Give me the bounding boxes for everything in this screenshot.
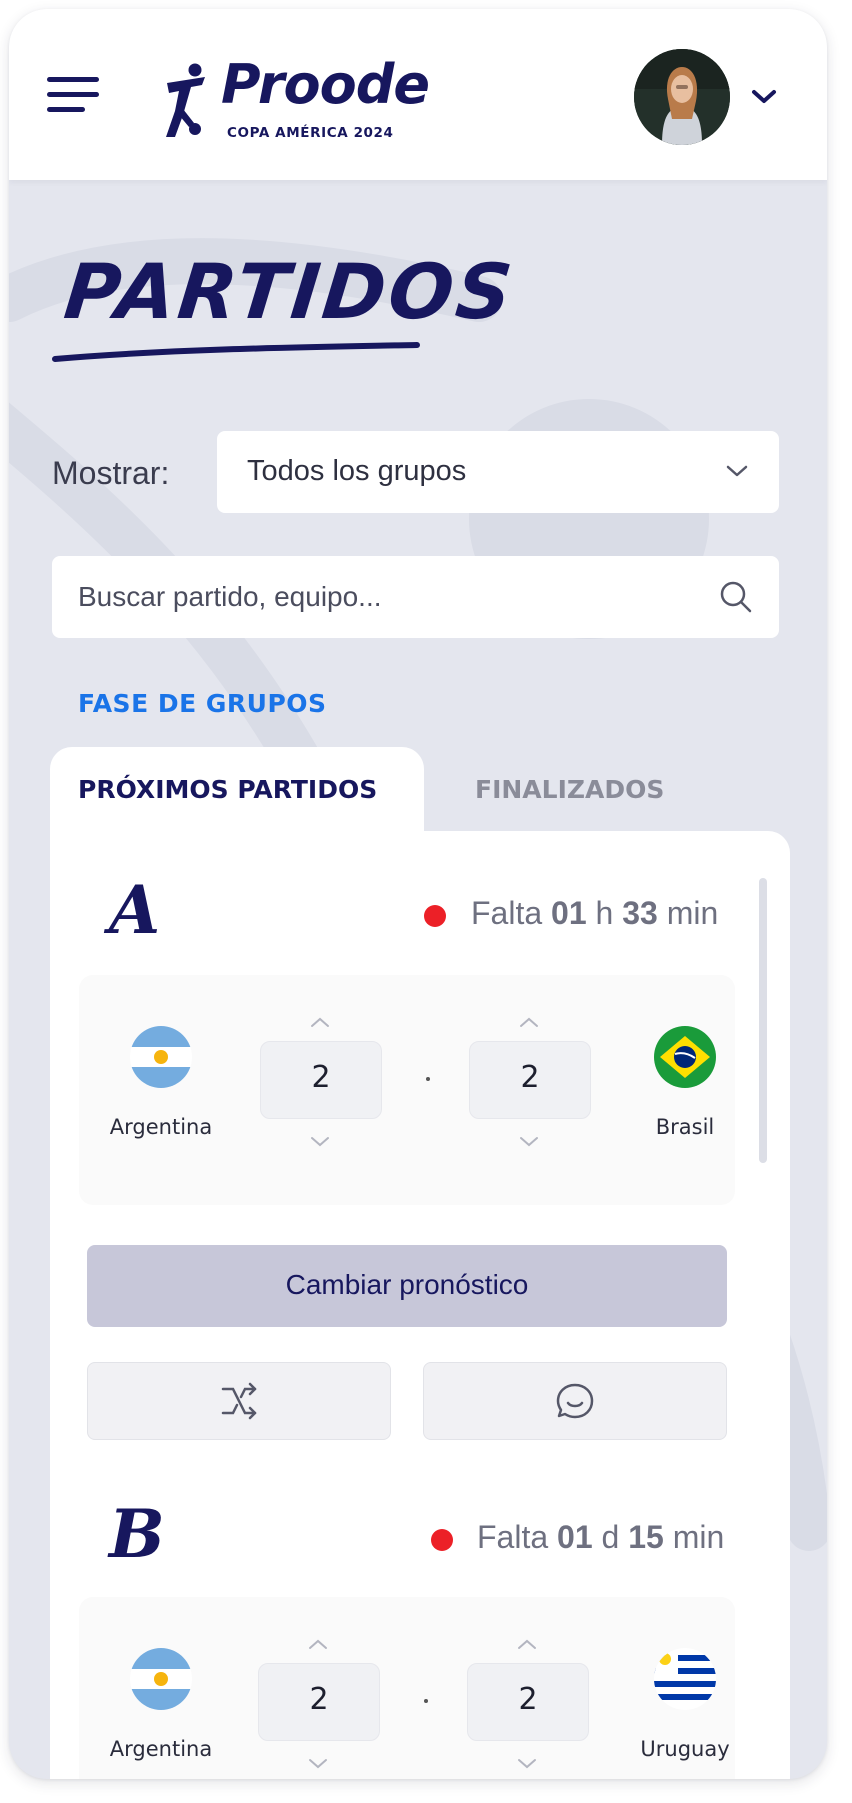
app-screen: Proode COPA AMÉRICA 2024 PARTIDOS Mostra… <box>9 9 827 1779</box>
change-prediction-button[interactable]: Cambiar pronóstico <box>87 1245 727 1327</box>
chat-icon <box>556 1383 594 1419</box>
match-card: Argentina 2 2 Uruguay <box>79 1597 735 1779</box>
match-countdown: Falta 01 d 15 min <box>477 1519 725 1555</box>
brand-subtitle: COPA AMÉRICA 2024 <box>227 125 394 141</box>
group-filter-value: Todos los grupos <box>247 455 467 487</box>
live-indicator <box>424 905 446 927</box>
away-score-value: 2 <box>518 1682 538 1717</box>
brazil-flag-icon <box>654 1026 716 1088</box>
tab-finished[interactable]: FINALIZADOS <box>427 761 787 831</box>
argentina-flag-icon <box>130 1026 192 1088</box>
change-prediction-label: Cambiar pronóstico <box>285 1269 529 1300</box>
chevron-down-icon <box>726 465 748 477</box>
live-indicator <box>431 1529 453 1551</box>
home-score-value: 2 <box>309 1682 329 1717</box>
away-score-decrement-icon[interactable] <box>518 1135 540 1149</box>
home-score-decrement-icon[interactable] <box>309 1135 331 1149</box>
chevron-down-icon[interactable] <box>751 89 777 105</box>
home-score-value: 2 <box>311 1060 331 1095</box>
away-score-input[interactable]: 2 <box>467 1663 589 1741</box>
score-separator <box>426 1077 430 1081</box>
away-score-decrement-icon[interactable] <box>516 1757 538 1771</box>
phase-link[interactable]: FASE DE GRUPOS <box>78 689 327 718</box>
home-score-input[interactable]: 2 <box>258 1663 380 1741</box>
page-title: PARTIDOS <box>60 247 519 336</box>
home-score-decrement-icon[interactable] <box>307 1757 329 1771</box>
tab-upcoming-label: PRÓXIMOS PARTIDOS <box>78 775 378 804</box>
search-icon[interactable] <box>719 580 753 614</box>
tab-finished-label: FINALIZADOS <box>475 775 665 804</box>
app-header: Proode COPA AMÉRICA 2024 <box>9 9 827 180</box>
score-separator <box>424 1699 428 1703</box>
comment-button[interactable] <box>423 1362 727 1440</box>
match-countdown: Falta 01 h 33 min <box>471 895 719 931</box>
group-filter-select[interactable]: Todos los grupos <box>217 431 779 513</box>
avatar[interactable] <box>634 49 730 145</box>
home-score-input[interactable]: 2 <box>260 1041 382 1119</box>
title-underline <box>52 342 420 362</box>
home-team-name: Argentina <box>109 1115 213 1139</box>
group-letter: A <box>109 871 161 949</box>
filter-label: Mostrar: <box>52 455 170 491</box>
argentina-flag-icon <box>130 1648 192 1710</box>
random-prediction-button[interactable] <box>87 1362 391 1440</box>
home-score-increment-icon[interactable] <box>309 1015 331 1029</box>
app-logo[interactable]: Proode COPA AMÉRICA 2024 <box>161 53 430 147</box>
match-card: Argentina 2 2 Brasil <box>79 975 735 1205</box>
home-score-increment-icon[interactable] <box>307 1637 329 1651</box>
away-team-name: Uruguay <box>640 1737 730 1761</box>
shuffle-icon <box>221 1382 257 1420</box>
away-score-increment-icon[interactable] <box>516 1637 538 1651</box>
menu-icon[interactable] <box>47 77 103 121</box>
search-box <box>52 556 779 638</box>
away-score-increment-icon[interactable] <box>518 1015 540 1029</box>
player-logo-icon <box>166 63 205 137</box>
search-input[interactable] <box>78 556 678 638</box>
home-team-name: Argentina <box>109 1737 213 1761</box>
away-score-value: 2 <box>520 1060 540 1095</box>
uruguay-flag-icon <box>654 1648 716 1710</box>
tab-upcoming[interactable]: PRÓXIMOS PARTIDOS <box>50 747 424 843</box>
group-letter: B <box>109 1495 165 1573</box>
away-score-input[interactable]: 2 <box>469 1041 591 1119</box>
brand-name: Proode <box>221 53 430 116</box>
user-photo <box>634 49 730 145</box>
away-team-name: Brasil <box>655 1115 715 1139</box>
